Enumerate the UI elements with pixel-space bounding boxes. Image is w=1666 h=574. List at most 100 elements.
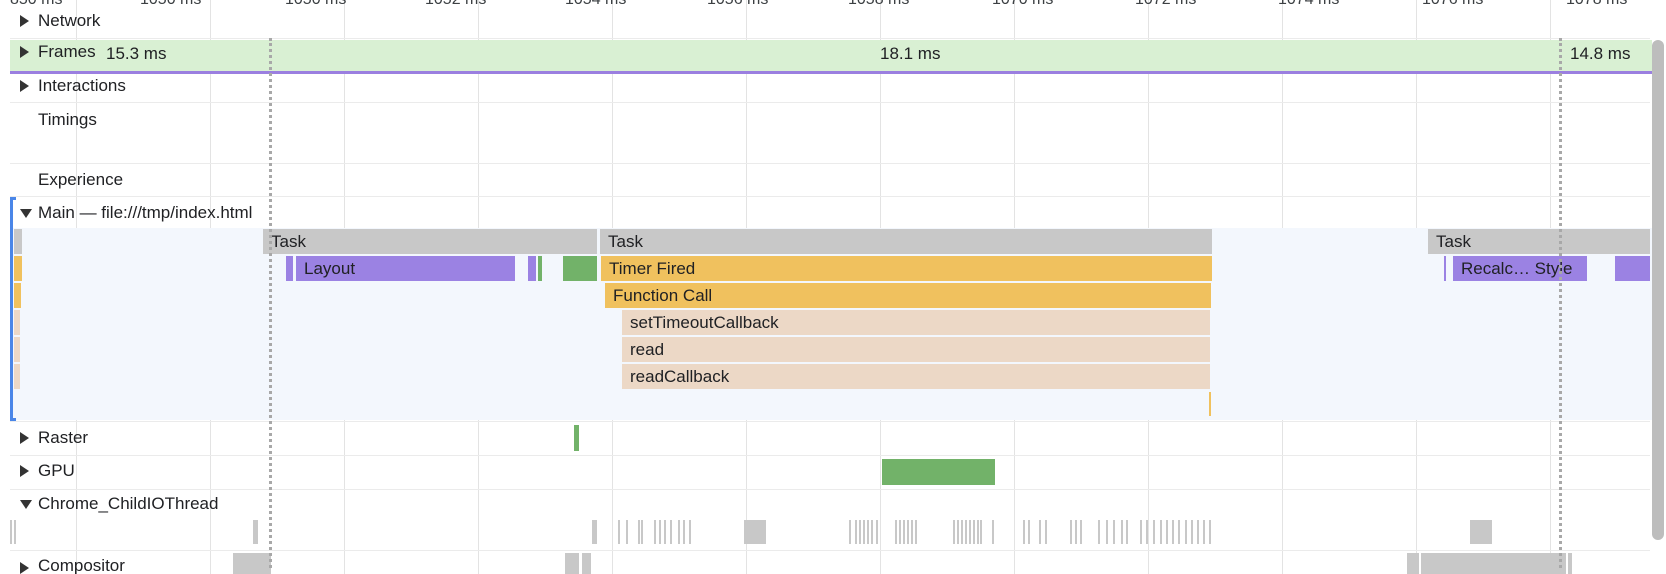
paint-bar[interactable] [563, 256, 597, 281]
read-bar[interactable]: read [622, 337, 1210, 362]
io-event[interactable] [1045, 520, 1047, 544]
io-event[interactable] [1070, 520, 1072, 544]
io-event[interactable] [1209, 520, 1211, 544]
io-event[interactable] [253, 520, 258, 544]
collapse-main-icon[interactable] [20, 209, 32, 218]
io-event[interactable] [1023, 520, 1025, 544]
recalc-style-bar[interactable]: Recalc… Style [1453, 256, 1587, 281]
track-label-frames[interactable]: Frames [38, 42, 96, 62]
read-callback-bar[interactable]: readCallback [622, 364, 1210, 389]
layout-bar[interactable] [1615, 256, 1650, 281]
io-event[interactable] [899, 520, 901, 544]
scripting-sliver[interactable] [14, 256, 22, 281]
performance-timeline[interactable]: 850 ms 1050 ms 1050 ms 1052 ms 1054 ms 1… [0, 0, 1666, 574]
task-bar[interactable]: Task [1428, 229, 1650, 254]
io-event[interactable] [659, 520, 661, 544]
task-bar[interactable]: Task [600, 229, 1212, 254]
io-event[interactable] [14, 520, 16, 544]
io-event[interactable] [10, 520, 12, 544]
scripting-sliver[interactable] [14, 283, 21, 308]
scripting-sliver[interactable] [1209, 392, 1211, 416]
io-event[interactable] [1126, 520, 1128, 544]
io-event[interactable] [1028, 520, 1030, 544]
io-event[interactable] [683, 520, 685, 544]
io-event[interactable] [1039, 520, 1041, 544]
io-event[interactable] [961, 520, 963, 544]
compositor-event[interactable] [582, 553, 591, 574]
io-event[interactable] [664, 520, 666, 544]
layout-sliver[interactable] [528, 256, 536, 281]
io-event[interactable] [1172, 520, 1174, 544]
io-event[interactable] [849, 520, 851, 544]
io-event[interactable] [1470, 520, 1492, 544]
io-event[interactable] [973, 520, 975, 544]
io-event[interactable] [641, 520, 643, 544]
io-event[interactable] [1153, 520, 1155, 544]
io-event[interactable] [895, 520, 897, 544]
compositor-event[interactable] [1421, 553, 1566, 574]
io-event[interactable] [903, 520, 905, 544]
io-event[interactable] [678, 520, 680, 544]
io-event[interactable] [907, 520, 909, 544]
track-label-experience[interactable]: Experience [38, 170, 123, 190]
js-sliver[interactable] [14, 337, 20, 362]
frame-duration[interactable]: 14.8 ms [1570, 44, 1630, 64]
io-event[interactable] [867, 520, 869, 544]
compositor-event[interactable] [233, 553, 271, 574]
io-event[interactable] [1106, 520, 1108, 544]
track-label-childio[interactable]: Chrome_ChildIOThread [38, 494, 218, 514]
track-label-timings[interactable]: Timings [38, 110, 97, 130]
io-event[interactable] [969, 520, 971, 544]
track-label-interactions[interactable]: Interactions [38, 76, 126, 96]
io-event[interactable] [1146, 520, 1148, 544]
paint-sliver[interactable] [538, 256, 542, 281]
track-label-gpu[interactable]: GPU [38, 461, 75, 481]
io-event[interactable] [992, 520, 994, 544]
timer-fired-bar[interactable]: Timer Fired [601, 256, 1212, 281]
io-event[interactable] [1185, 520, 1187, 544]
frame-duration[interactable]: 15.3 ms [106, 44, 166, 64]
io-event[interactable] [1166, 520, 1168, 544]
io-event[interactable] [689, 520, 691, 544]
frames-track[interactable] [10, 40, 1652, 71]
layout-sliver[interactable] [286, 256, 293, 281]
js-sliver[interactable] [14, 364, 20, 389]
io-event[interactable] [957, 520, 959, 544]
compositor-event[interactable] [565, 553, 579, 574]
io-event[interactable] [977, 520, 979, 544]
track-label-network[interactable]: Network [38, 11, 100, 31]
track-label-main[interactable]: Main — file:///tmp/index.html [38, 203, 252, 223]
io-event[interactable] [1140, 520, 1142, 544]
expand-raster-icon[interactable] [20, 432, 29, 444]
io-event[interactable] [1160, 520, 1162, 544]
layout-bar[interactable]: Layout [296, 256, 515, 281]
io-event[interactable] [915, 520, 917, 544]
io-event[interactable] [654, 520, 656, 544]
io-event[interactable] [855, 520, 857, 544]
io-event[interactable] [980, 520, 982, 544]
io-event[interactable] [1191, 520, 1193, 544]
io-event[interactable] [911, 520, 913, 544]
io-event[interactable] [592, 520, 597, 544]
compositor-event[interactable] [1568, 553, 1572, 574]
track-label-compositor[interactable]: Compositor [38, 556, 125, 574]
io-event[interactable] [1203, 520, 1205, 544]
io-event[interactable] [876, 520, 878, 544]
io-event[interactable] [871, 520, 873, 544]
collapse-childio-icon[interactable] [20, 500, 32, 509]
io-event[interactable] [638, 520, 640, 544]
expand-network-icon[interactable] [20, 15, 29, 27]
style-sliver[interactable] [1444, 256, 1446, 281]
raster-event[interactable] [574, 425, 579, 451]
gpu-event[interactable] [882, 459, 995, 485]
track-label-raster[interactable]: Raster [38, 428, 88, 448]
io-event[interactable] [965, 520, 967, 544]
expand-compositor-icon[interactable] [20, 562, 29, 574]
io-event[interactable] [1178, 520, 1180, 544]
io-event[interactable] [859, 520, 861, 544]
compositor-event[interactable] [1407, 553, 1419, 574]
io-event[interactable] [1098, 520, 1100, 544]
io-event[interactable] [744, 520, 766, 544]
vertical-scrollbar[interactable] [1652, 40, 1664, 540]
io-event[interactable] [1080, 520, 1082, 544]
